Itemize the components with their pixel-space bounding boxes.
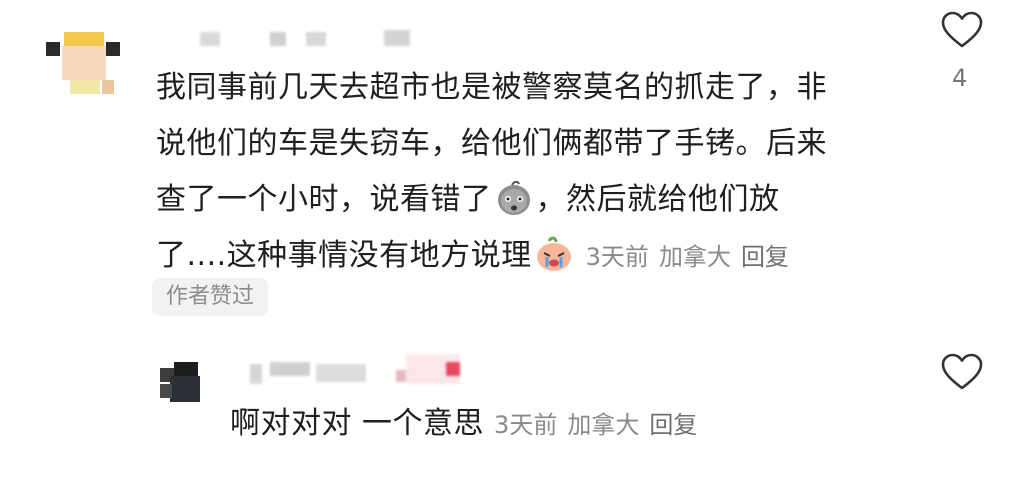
- heart-outline-icon: [941, 11, 983, 48]
- reply-like-button[interactable]: [940, 352, 984, 396]
- crying-emoji-icon: [534, 233, 574, 273]
- reply-text: 啊对对对 一个意思: [230, 406, 485, 441]
- comment-time: 3天前: [585, 243, 649, 271]
- author-liked-badge: 作者赞过: [152, 278, 269, 316]
- reply-body: 啊对对对 一个意思 3天前 加拿大 回复: [230, 400, 697, 449]
- reply-time: 3天前: [494, 411, 558, 439]
- comment-reply-button[interactable]: 回复: [741, 243, 789, 271]
- comment-line: 我同事前几天去超市也是被警察莫名的抓走了，非: [156, 70, 827, 105]
- reply-avatar[interactable]: [160, 362, 202, 404]
- peach-shocked-emoji-icon: [494, 177, 534, 217]
- comment-body: 我同事前几天去超市也是被警察莫名的抓走了，非 说他们的车是失窃车，给他们俩都带了…: [156, 60, 906, 285]
- comment-line: 说他们的车是失窃车，给他们俩都带了手铐。后来: [156, 126, 827, 161]
- comment-location: 加拿大: [658, 243, 731, 271]
- heart-outline-icon: [941, 353, 983, 390]
- comment-username-redacted[interactable]: [200, 26, 420, 50]
- reply-location: 加拿大: [567, 411, 640, 439]
- comment-like-button[interactable]: [940, 10, 984, 54]
- comment-line: 查了一个小时，说看错了 ，然后就给他们放: [156, 172, 906, 228]
- comment-line: 了....这种事情没有地方说理 3天前 加拿大 回复: [156, 228, 906, 285]
- reply-username-redacted[interactable]: [250, 350, 470, 390]
- comment-avatar[interactable]: [46, 32, 126, 94]
- comment-like-count: 4: [952, 64, 968, 92]
- reply-reply-button[interactable]: 回复: [649, 411, 697, 439]
